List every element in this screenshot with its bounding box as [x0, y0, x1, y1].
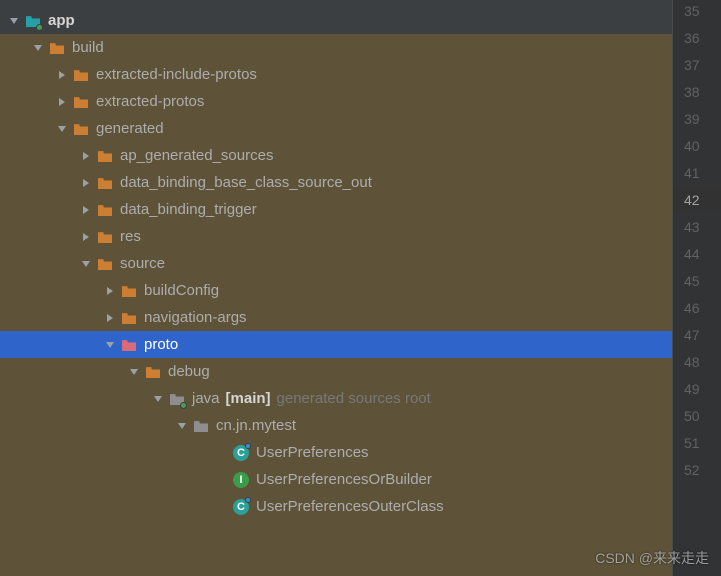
- tree-item-generated[interactable]: generated: [0, 115, 672, 142]
- folder-icon: [72, 120, 90, 138]
- gutter-line-number: 36: [673, 24, 721, 51]
- gutter-line-number: 39: [673, 105, 721, 132]
- tree-item-class-userpreferencesouterclass[interactable]: C UserPreferencesOuterClass: [0, 493, 672, 520]
- chevron-right-icon[interactable]: [102, 310, 118, 326]
- folder-icon: [120, 309, 138, 327]
- editor-gutter: 353637383940414243444546474849505152: [672, 0, 721, 576]
- tree-item-label: UserPreferences: [256, 444, 369, 461]
- package-icon: [192, 417, 210, 435]
- tree-item-ap-generated-sources[interactable]: ap_generated_sources: [0, 142, 672, 169]
- tree-item-buildconfig[interactable]: buildConfig: [0, 277, 672, 304]
- chevron-down-icon[interactable]: [30, 40, 46, 56]
- gutter-line-number: 50: [673, 402, 721, 429]
- tree-item-extracted-include-protos[interactable]: extracted-include-protos: [0, 61, 672, 88]
- tree-item-class-userpreferences[interactable]: C UserPreferences: [0, 439, 672, 466]
- watermark-text: CSDN @来来走走: [595, 548, 709, 568]
- gutter-line-number: 40: [673, 132, 721, 159]
- chevron-down-icon[interactable]: [6, 13, 22, 29]
- tree-item-label: generated: [96, 120, 164, 137]
- tree-item-label: app: [48, 12, 75, 29]
- chevron-right-icon[interactable]: [78, 202, 94, 218]
- gutter-line-number: 45: [673, 267, 721, 294]
- folder-icon: [72, 66, 90, 84]
- tree-item-label: UserPreferencesOrBuilder: [256, 471, 432, 488]
- tree-item-label: extracted-include-protos: [96, 66, 257, 83]
- tree-item-label: java: [192, 390, 220, 407]
- gutter-line-number: 37: [673, 51, 721, 78]
- gutter-line-number: 44: [673, 240, 721, 267]
- tree-item-label: res: [120, 228, 141, 245]
- tree-item-proto[interactable]: proto: [0, 331, 672, 358]
- gutter-line-number: 35: [673, 0, 721, 24]
- chevron-down-icon[interactable]: [54, 121, 70, 137]
- tree-item-app[interactable]: app: [0, 7, 672, 34]
- chevron-spacer: [214, 445, 230, 461]
- gutter-line-number: 49: [673, 375, 721, 402]
- chevron-down-icon[interactable]: [150, 391, 166, 407]
- tree-item-label: debug: [168, 363, 210, 380]
- tree-item-extracted-protos[interactable]: extracted-protos: [0, 88, 672, 115]
- folder-icon: [72, 93, 90, 111]
- gutter-line-number: 48: [673, 348, 721, 375]
- tree-item-label: extracted-protos: [96, 93, 204, 110]
- project-tree[interactable]: app build extracted-include-protos extracte…: [0, 0, 672, 576]
- gutter-line-number: 42: [673, 186, 721, 213]
- tree-item-package-cn-jn-mytest[interactable]: cn.jn.mytest: [0, 412, 672, 439]
- chevron-spacer: [214, 472, 230, 488]
- tree-item-label: buildConfig: [144, 282, 219, 299]
- tree-item-label: build: [72, 39, 104, 56]
- chevron-spacer: [214, 499, 230, 515]
- tree-item-hint: generated sources root: [277, 390, 431, 407]
- tree-item-label: cn.jn.mytest: [216, 417, 296, 434]
- gutter-line-number: 47: [673, 321, 721, 348]
- class-icon: C: [232, 444, 250, 462]
- tree-item-res[interactable]: res: [0, 223, 672, 250]
- tree-item-label: data_binding_trigger: [120, 201, 257, 218]
- chevron-right-icon[interactable]: [102, 283, 118, 299]
- folder-icon: [144, 363, 162, 381]
- tree-item-data-binding-trigger[interactable]: data_binding_trigger: [0, 196, 672, 223]
- class-icon: C: [232, 498, 250, 516]
- gutter-line-number: 52: [673, 456, 721, 483]
- tree-item-interface-userpreferencesorbuilder[interactable]: I UserPreferencesOrBuilder: [0, 466, 672, 493]
- chevron-down-icon[interactable]: [78, 256, 94, 272]
- tree-item-data-binding-base-class-source-out[interactable]: data_binding_base_class_source_out: [0, 169, 672, 196]
- gutter-line-number: 51: [673, 429, 721, 456]
- chevron-right-icon[interactable]: [54, 94, 70, 110]
- folder-icon: [96, 201, 114, 219]
- chevron-right-icon[interactable]: [78, 229, 94, 245]
- chevron-down-icon[interactable]: [174, 418, 190, 434]
- folder-icon: [96, 255, 114, 273]
- folder-icon: [96, 228, 114, 246]
- tree-item-label: UserPreferencesOuterClass: [256, 498, 444, 515]
- gutter-line-number: 46: [673, 294, 721, 321]
- folder-icon: [96, 174, 114, 192]
- chevron-right-icon[interactable]: [78, 175, 94, 191]
- tree-item-label: navigation-args: [144, 309, 247, 326]
- tree-item-label: ap_generated_sources: [120, 147, 273, 164]
- tree-item-source[interactable]: source: [0, 250, 672, 277]
- chevron-right-icon[interactable]: [78, 148, 94, 164]
- module-folder-icon: [24, 12, 42, 30]
- tree-item-label: source: [120, 255, 165, 272]
- tree-item-suffix: [main]: [226, 390, 271, 407]
- interface-icon: I: [232, 471, 250, 489]
- tree-item-build[interactable]: build: [0, 34, 672, 61]
- tree-item-debug[interactable]: debug: [0, 358, 672, 385]
- gutter-line-number: 38: [673, 78, 721, 105]
- folder-icon: [48, 39, 66, 57]
- chevron-right-icon[interactable]: [54, 67, 70, 83]
- tree-item-navigation-args[interactable]: navigation-args: [0, 304, 672, 331]
- tree-item-label: proto: [144, 336, 178, 353]
- folder-icon: [96, 147, 114, 165]
- tree-item-label: data_binding_base_class_source_out: [120, 174, 372, 191]
- chevron-down-icon[interactable]: [126, 364, 142, 380]
- folder-icon: [120, 282, 138, 300]
- chevron-down-icon[interactable]: [102, 337, 118, 353]
- gutter-line-number: 43: [673, 213, 721, 240]
- source-root-icon: [168, 390, 186, 408]
- gutter-line-number: 41: [673, 159, 721, 186]
- tree-item-java-main[interactable]: java [main] generated sources root: [0, 385, 672, 412]
- folder-icon: [120, 336, 138, 354]
